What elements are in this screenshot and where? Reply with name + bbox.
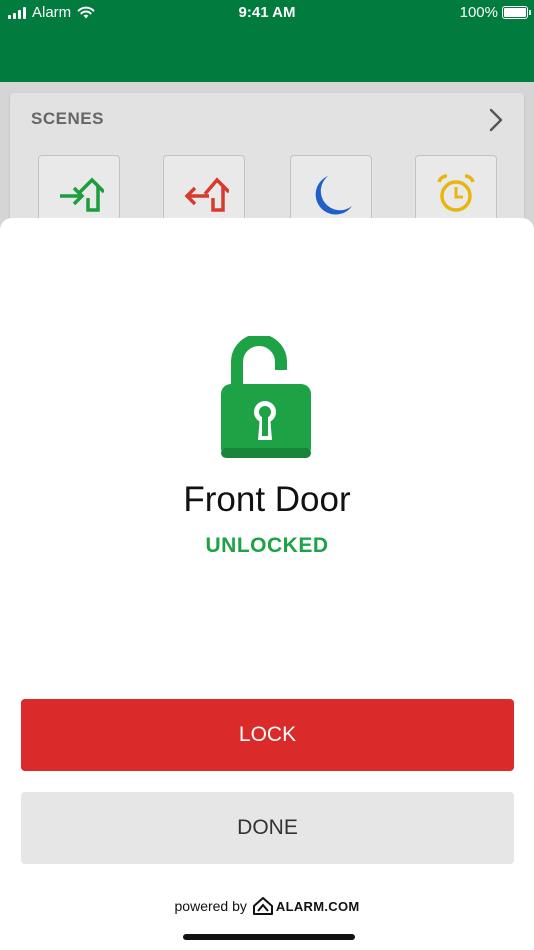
alarm-com-logo-icon (252, 897, 273, 915)
lock-button[interactable]: LOCK (21, 699, 514, 771)
alarm-clock-icon (437, 174, 475, 212)
brand-name: ALARM.COM (275, 898, 360, 914)
scenes-card[interactable]: SCENES (10, 93, 524, 233)
home-indicator[interactable] (183, 934, 355, 940)
device-name: Front Door (183, 480, 351, 519)
powered-by-footer: powered by ALARM.COM (0, 897, 534, 915)
scene-wake-up[interactable] (415, 155, 497, 225)
arrive-home-icon (60, 177, 104, 212)
unlocked-padlock-icon (221, 336, 311, 458)
app-header: Alarm 9:41 AM 100% (0, 0, 534, 82)
scenes-title: SCENES (31, 109, 104, 128)
done-button[interactable]: DONE (21, 792, 514, 864)
device-status: UNLOCKED (205, 534, 329, 557)
status-bar: Alarm 9:41 AM 100% (0, 0, 534, 28)
scene-arrive-home[interactable] (38, 155, 120, 225)
moon-icon (315, 176, 352, 215)
brand-logo: ALARM.COM (252, 897, 360, 915)
powered-by-text: powered by (174, 898, 247, 914)
scene-night[interactable] (290, 155, 372, 225)
status-right: 100% (459, 4, 531, 21)
status-time: 9:41 AM (238, 4, 296, 21)
chevron-right-icon[interactable] (488, 107, 504, 133)
scene-leave-home[interactable] (163, 155, 245, 225)
leave-home-icon (184, 177, 229, 212)
battery-percent: 100% (459, 4, 498, 21)
battery-icon (502, 6, 531, 19)
device-sheet: Front Door UNLOCKED LOCK DONE powered by… (0, 218, 534, 950)
